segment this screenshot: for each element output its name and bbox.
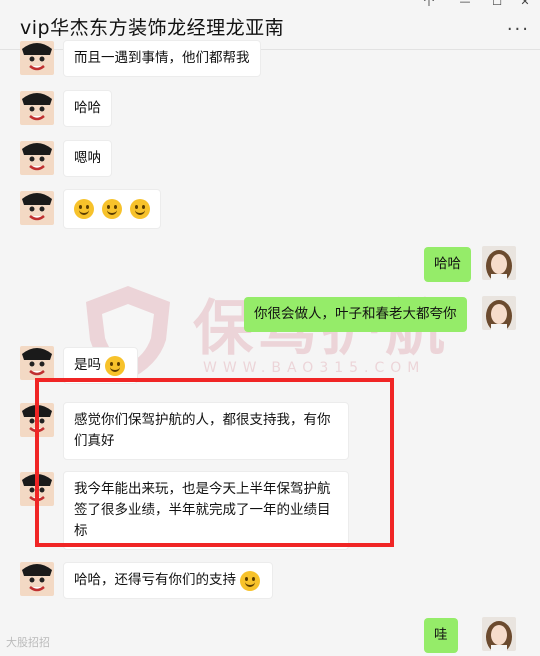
message-bubble[interactable]: 哈哈 [63,90,112,127]
pin-button[interactable]: 个 [420,0,438,8]
message-bubble[interactable]: 嗯呐 [63,140,112,177]
self-avatar[interactable] [482,246,516,280]
message-bubble[interactable]: 哈哈 [424,247,471,282]
smile-emoji-icon [102,199,122,219]
chat-title: vip华杰东方装饰龙经理龙亚南 [20,17,285,39]
close-button[interactable]: ✕ [516,0,534,8]
message-bubble[interactable]: 哇 [424,618,458,653]
message-bubble[interactable]: 哈哈，还得亏有你们的支持 [63,562,273,599]
self-avatar[interactable] [482,296,516,330]
contact-avatar[interactable] [20,346,54,380]
message-bubble[interactable]: 而且一遇到事情，他们都帮我 [63,40,261,77]
minimize-button[interactable]: — [456,0,474,8]
contact-avatar[interactable] [20,191,54,225]
maximize-button[interactable]: ☐ [488,0,506,8]
smile-emoji-icon [74,199,94,219]
message-bubble[interactable]: 你很会做人，叶子和春老大都夸你 [244,297,467,332]
contact-avatar[interactable] [20,41,54,75]
message-text: 是吗 [74,357,101,373]
contact-avatar[interactable] [20,562,54,596]
footer-watermark: 大股招招 [6,636,50,649]
message-bubble-emoji[interactable] [63,189,161,229]
self-avatar[interactable] [482,617,516,651]
laugh-emoji-icon [105,356,125,376]
watermark-url: WWW.BAO315.COM [203,360,426,376]
message-text: 哈哈，还得亏有你们的支持 [74,572,236,588]
contact-avatar[interactable] [20,91,54,125]
smile-emoji-icon [130,199,150,219]
contact-avatar[interactable] [20,141,54,175]
highlight-box [35,378,394,547]
thinking-emoji-icon [240,571,260,591]
more-options-icon[interactable]: ... [507,14,530,35]
